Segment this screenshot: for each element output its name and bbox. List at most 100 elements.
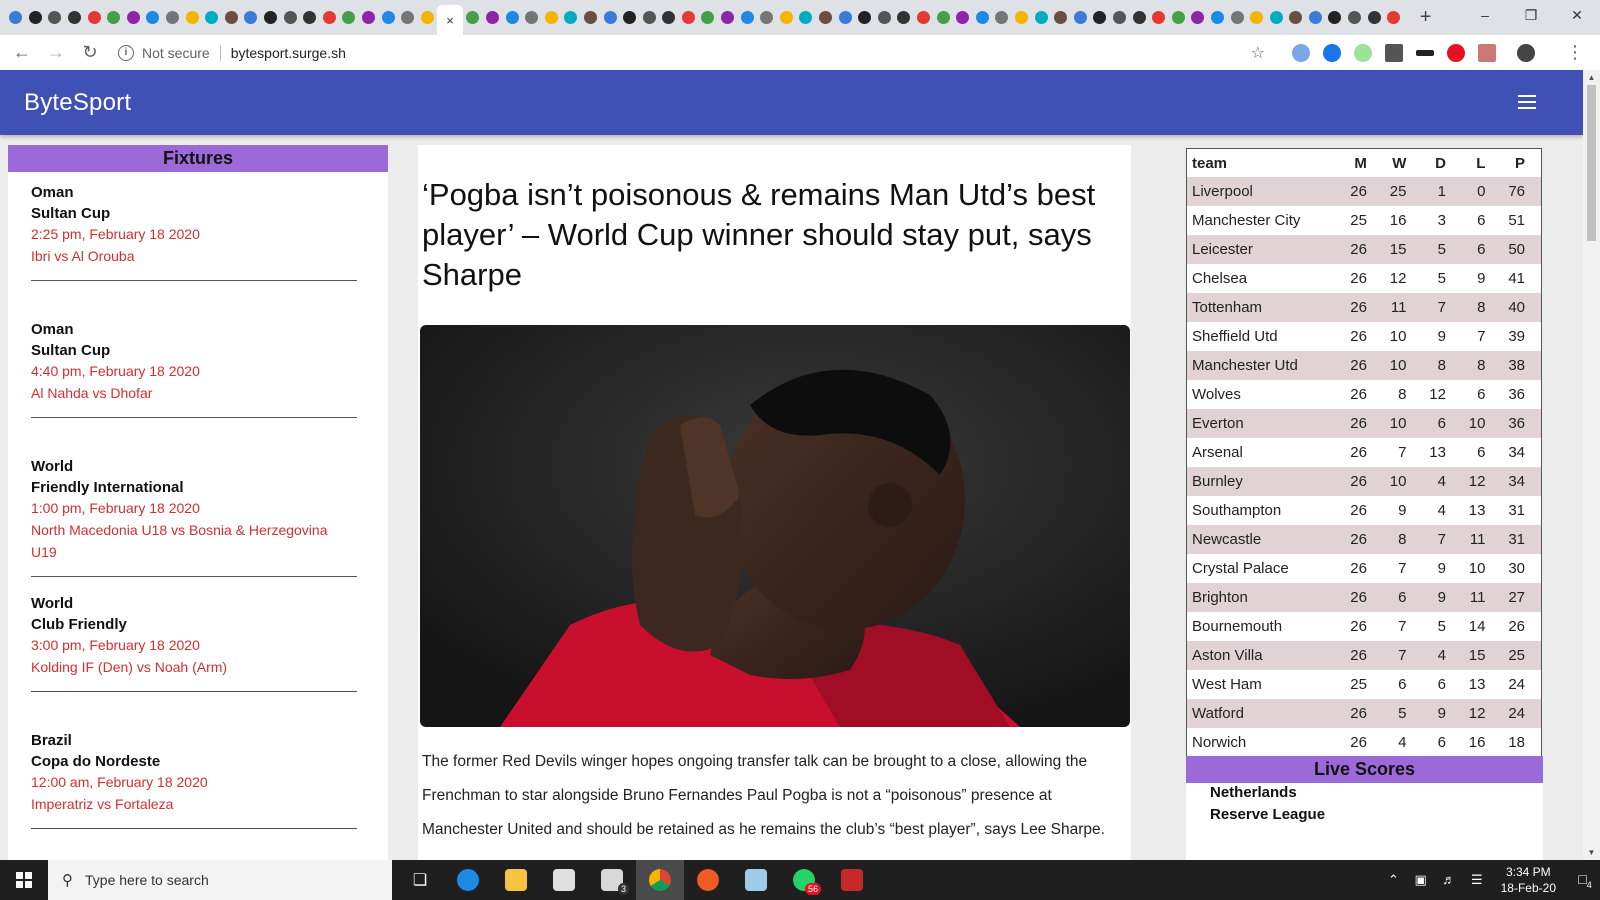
tab-favicon[interactable] bbox=[84, 0, 104, 35]
scroll-up-icon[interactable]: ▲ bbox=[1583, 73, 1600, 82]
notification-center-icon[interactable]: □4 bbox=[1570, 871, 1600, 890]
table-row[interactable]: Newcastle 26 8 7 11 31 bbox=[1187, 525, 1541, 554]
notes-icon[interactable] bbox=[732, 860, 780, 900]
clock[interactable]: 3:34 PM 18-Feb-20 bbox=[1501, 864, 1556, 896]
tab-favicon[interactable] bbox=[777, 0, 797, 35]
tab-favicon[interactable] bbox=[1129, 0, 1149, 35]
site-logo[interactable]: ByteSport bbox=[24, 89, 131, 117]
table-row[interactable]: Tottenham 26 11 7 8 40 bbox=[1187, 293, 1541, 322]
article-headline[interactable]: ‘Pogba isn’t poisonous & remains Man Utd… bbox=[422, 175, 1127, 295]
tab-favicon[interactable] bbox=[816, 0, 836, 35]
tab-favicon[interactable] bbox=[320, 0, 340, 35]
tab-favicon[interactable] bbox=[875, 0, 895, 35]
table-row[interactable]: Watford 26 5 9 12 24 bbox=[1187, 699, 1541, 728]
tab-favicon[interactable] bbox=[1227, 0, 1247, 35]
info-icon[interactable]: i bbox=[118, 44, 134, 61]
tab-favicon[interactable] bbox=[26, 0, 46, 35]
tab-favicon[interactable] bbox=[718, 0, 738, 35]
bookmark-star-icon[interactable]: ☆ bbox=[1251, 43, 1265, 63]
postman-icon[interactable] bbox=[684, 860, 732, 900]
task-view-icon[interactable]: ❏ bbox=[396, 860, 444, 900]
tab-favicon[interactable] bbox=[894, 0, 914, 35]
address-bar[interactable]: i Not secure bytesport.surge.sh ☆ bbox=[110, 38, 1275, 67]
tab-favicon[interactable] bbox=[561, 0, 581, 35]
tab-favicon[interactable] bbox=[163, 0, 183, 35]
tab-favicon[interactable] bbox=[659, 0, 679, 35]
tab-favicon[interactable] bbox=[620, 0, 640, 35]
table-row[interactable]: Wolves 26 8 12 6 36 bbox=[1187, 380, 1541, 409]
tab-favicon[interactable] bbox=[378, 0, 398, 35]
acrobat-icon[interactable] bbox=[828, 860, 876, 900]
table-row[interactable]: Arsenal 26 7 13 6 34 bbox=[1187, 438, 1541, 467]
maximize-icon[interactable]: ❐ bbox=[1508, 0, 1554, 30]
scrollbar-thumb[interactable] bbox=[1587, 85, 1596, 241]
tab-favicon[interactable] bbox=[1208, 0, 1228, 35]
url-text[interactable]: bytesport.surge.sh bbox=[231, 45, 346, 61]
forward-icon[interactable]: → bbox=[40, 37, 72, 69]
table-row[interactable]: Manchester Utd 26 10 8 8 38 bbox=[1187, 351, 1541, 380]
tray-icons[interactable]: ⌃ ▣ ♬ ☰ bbox=[1388, 872, 1489, 888]
table-row[interactable]: Crystal Palace 26 7 9 10 30 bbox=[1187, 554, 1541, 583]
tab-favicon[interactable] bbox=[463, 0, 483, 35]
tab-favicon[interactable] bbox=[757, 0, 777, 35]
table-row[interactable]: Leicester 26 15 5 6 50 bbox=[1187, 235, 1541, 264]
scroll-down-icon[interactable]: ▼ bbox=[1583, 848, 1600, 857]
table-row[interactable]: Chelsea 26 12 5 9 41 bbox=[1187, 264, 1541, 293]
table-row[interactable]: Burnley 26 10 4 12 34 bbox=[1187, 467, 1541, 496]
extension-icon[interactable] bbox=[1416, 49, 1434, 56]
tab-favicon[interactable] bbox=[679, 0, 699, 35]
table-row[interactable]: Brighton 26 6 9 11 27 bbox=[1187, 583, 1541, 612]
tab-favicon[interactable] bbox=[973, 0, 993, 35]
table-row[interactable]: Southampton 26 9 4 13 31 bbox=[1187, 496, 1541, 525]
tab-favicon[interactable] bbox=[1168, 0, 1188, 35]
fixture-item[interactable]: Oman Sultan Cup 2:25 pm, February 18 2020 I… bbox=[31, 182, 357, 281]
tab-favicon[interactable] bbox=[417, 0, 437, 35]
chrome-menu-icon[interactable]: ⋮ bbox=[1566, 43, 1584, 61]
tab-favicon[interactable] bbox=[1070, 0, 1090, 35]
pdf-extension-icon[interactable] bbox=[1478, 43, 1496, 62]
tab-favicon[interactable] bbox=[280, 0, 300, 35]
tab-favicon[interactable] bbox=[835, 0, 855, 35]
table-row[interactable]: Norwich 26 4 6 16 18 bbox=[1187, 728, 1541, 757]
reload-icon[interactable]: ↻ bbox=[74, 37, 106, 69]
tab-favicon[interactable] bbox=[6, 0, 26, 35]
tab-favicon[interactable] bbox=[522, 0, 542, 35]
extension-icon[interactable] bbox=[1385, 43, 1403, 62]
tab-favicon[interactable] bbox=[581, 0, 601, 35]
tab-favicon[interactable] bbox=[992, 0, 1012, 35]
tab-favicon[interactable] bbox=[541, 0, 561, 35]
extension-icon[interactable] bbox=[1354, 43, 1372, 62]
tab-favicon[interactable] bbox=[124, 0, 144, 35]
extension-icon[interactable] bbox=[1292, 43, 1310, 62]
tab-favicon[interactable] bbox=[65, 0, 85, 35]
tab-favicon[interactable] bbox=[1051, 0, 1071, 35]
tab-favicon[interactable] bbox=[796, 0, 816, 35]
tab-favicon[interactable] bbox=[483, 0, 503, 35]
tab-favicon[interactable] bbox=[1012, 0, 1032, 35]
tab-favicon[interactable] bbox=[261, 0, 281, 35]
tab-favicon[interactable] bbox=[104, 0, 124, 35]
tab-favicon[interactable] bbox=[182, 0, 202, 35]
mail-icon[interactable]: 3 bbox=[588, 860, 636, 900]
tab-favicon[interactable] bbox=[737, 0, 757, 35]
tab-favicon[interactable] bbox=[855, 0, 875, 35]
fixture-item[interactable]: Brazil Copa do Nordeste 12:00 am, February… bbox=[31, 730, 357, 829]
table-row[interactable]: Everton 26 10 6 10 36 bbox=[1187, 409, 1541, 438]
menu-icon[interactable] bbox=[1518, 95, 1536, 109]
table-row[interactable]: West Ham 25 6 6 13 24 bbox=[1187, 670, 1541, 699]
tab-favicon[interactable] bbox=[1306, 0, 1326, 35]
tab-favicon[interactable] bbox=[953, 0, 973, 35]
tab-favicon[interactable] bbox=[339, 0, 359, 35]
taskbar-search[interactable]: ⚲ Type here to search bbox=[48, 860, 392, 900]
file-explorer-icon[interactable] bbox=[492, 860, 540, 900]
tab-favicon[interactable] bbox=[600, 0, 620, 35]
whatsapp-icon[interactable]: 56 bbox=[780, 860, 828, 900]
windows-start-icon[interactable] bbox=[0, 860, 48, 900]
chrome-icon[interactable] bbox=[636, 860, 684, 900]
tab-favicon[interactable] bbox=[1345, 0, 1365, 35]
tab-favicon[interactable] bbox=[914, 0, 934, 35]
tab-favicon[interactable] bbox=[1286, 0, 1306, 35]
table-row[interactable]: Manchester City 25 16 3 6 51 bbox=[1187, 206, 1541, 235]
opera-icon[interactable] bbox=[1447, 43, 1465, 62]
close-window-icon[interactable]: ✕ bbox=[1554, 0, 1600, 30]
